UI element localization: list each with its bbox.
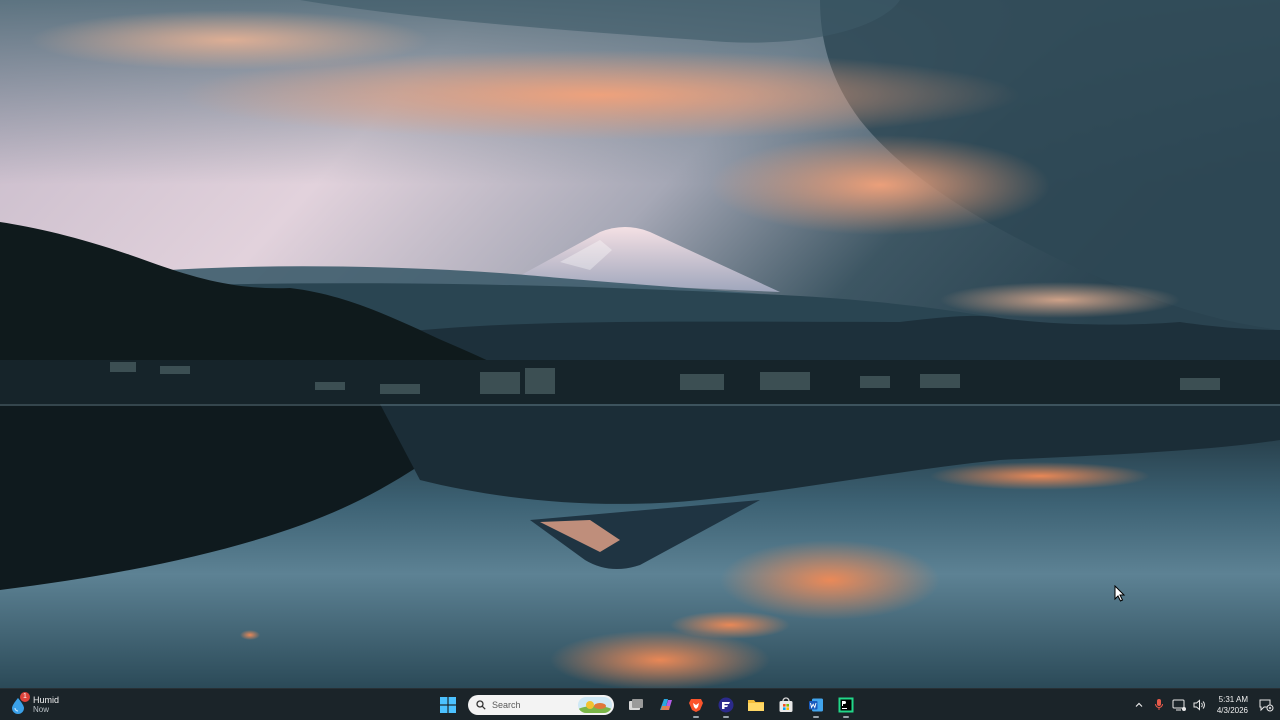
- show-hidden-icons-button[interactable]: [1129, 693, 1149, 717]
- folder-icon: [748, 700, 764, 711]
- start-button[interactable]: [436, 692, 460, 718]
- task-view-icon: [629, 699, 643, 710]
- taskbar: 1 Humid Now Search 5:31 AM 4/3/2026: [0, 688, 1280, 720]
- copilot-button[interactable]: [654, 692, 678, 718]
- word-button[interactable]: [804, 692, 828, 718]
- network-icon: [1172, 699, 1186, 711]
- copilot-icon: [660, 699, 672, 710]
- chevron-up-icon: [1135, 702, 1143, 707]
- notification-badge: 1: [20, 692, 30, 702]
- weather-icon: 1: [8, 692, 30, 715]
- search-placeholder: Search: [492, 700, 521, 710]
- word-icon: [809, 698, 823, 712]
- microphone-icon: [1154, 699, 1163, 710]
- clock-date: 4/3/2026: [1216, 706, 1248, 715]
- search-icon: [476, 700, 486, 710]
- microsoft-store-button[interactable]: [774, 692, 798, 718]
- weather-widget[interactable]: 1 Humid Now: [8, 691, 78, 719]
- weather-time: Now: [33, 705, 50, 714]
- pycharm-icon: [838, 697, 854, 713]
- weather-condition: Humid: [33, 695, 60, 705]
- file-explorer-button[interactable]: [744, 692, 768, 718]
- task-view-button[interactable]: [624, 692, 648, 718]
- speaker-icon: [1193, 699, 1205, 711]
- fenrir-button[interactable]: [714, 692, 738, 718]
- brave-icon: [689, 699, 703, 712]
- mouse-cursor-icon: [1114, 584, 1126, 603]
- store-icon: [779, 697, 793, 712]
- clock[interactable]: 5:31 AM 4/3/2026: [1209, 694, 1254, 716]
- volume-button[interactable]: [1189, 693, 1209, 717]
- taskbar-apps: Search: [436, 691, 858, 719]
- microphone-button[interactable]: [1149, 693, 1169, 717]
- system-tray: 5:31 AM 4/3/2026: [1129, 689, 1280, 720]
- pycharm-button[interactable]: [834, 692, 858, 718]
- brave-button[interactable]: [684, 692, 708, 718]
- fenrir-icon: [718, 697, 734, 713]
- search-box[interactable]: Search: [468, 695, 614, 715]
- network-button[interactable]: [1169, 693, 1189, 717]
- search-highlight-icon: [578, 697, 612, 713]
- notification-center-button[interactable]: [1254, 693, 1278, 717]
- clock-time: 5:31 AM: [1218, 695, 1248, 704]
- desktop-wallpaper: [0, 0, 1280, 688]
- windows-logo-icon: [440, 697, 456, 713]
- notification-bell-icon: [1259, 699, 1274, 712]
